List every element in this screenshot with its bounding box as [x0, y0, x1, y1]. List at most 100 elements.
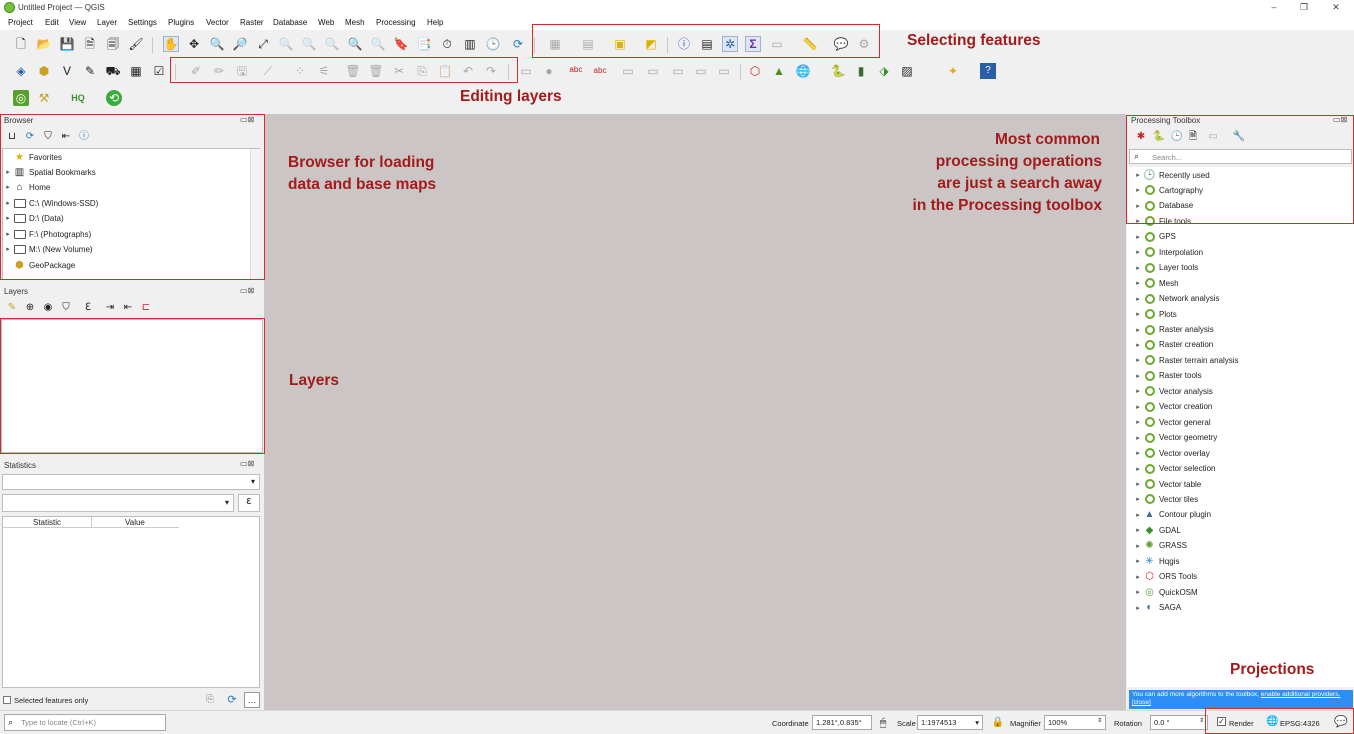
expand-arrow-icon[interactable]: ▸	[1133, 573, 1143, 581]
expand-arrow-icon[interactable]: ▸	[1133, 295, 1143, 303]
select-by-expression-icon[interactable]: ▤	[580, 36, 596, 52]
close-button[interactable]: ✕	[1326, 2, 1346, 13]
expand-arrow-icon[interactable]: ▸	[1133, 171, 1143, 179]
show-map-tips-icon[interactable]: ▭	[769, 36, 785, 52]
processing-group-item[interactable]: ▸ ⬡ ORS Tools	[1133, 570, 1197, 584]
enable-providers-link[interactable]: enable additional providers.	[1261, 691, 1341, 698]
plugin-icon[interactable]: ⬗	[876, 63, 892, 79]
menu-help[interactable]: Help	[427, 18, 443, 27]
menu-settings[interactable]: Settings	[128, 18, 157, 27]
show-bookmarks-icon[interactable]: 📑	[416, 36, 432, 52]
expand-arrow-icon[interactable]: ▸	[1133, 248, 1143, 256]
share-icon[interactable]: ⟲	[106, 90, 122, 106]
menu-view[interactable]: View	[69, 18, 86, 27]
processing-group-item[interactable]: ▸ Network analysis	[1133, 292, 1219, 306]
expand-arrow-icon[interactable]: ▸	[1133, 588, 1143, 596]
label-abc-icon[interactable]: ᵃᵇᶜ	[568, 63, 584, 79]
processing-group-item[interactable]: ▸ Vector creation	[1133, 400, 1212, 414]
open-project-icon[interactable]: 📂	[36, 36, 52, 52]
processing-group-item[interactable]: ▸ Plots	[1133, 307, 1177, 321]
select-features-icon[interactable]: ▣	[612, 36, 628, 52]
label-pin-icon[interactable]: ●	[541, 63, 557, 79]
stats-refresh-icon[interactable]: ⟳	[224, 692, 240, 708]
processing-options-icon[interactable]: 🔧	[1231, 129, 1247, 145]
expand-arrow-icon[interactable]: ▸	[1133, 542, 1143, 550]
change-label-icon[interactable]: ▭	[716, 63, 732, 79]
close-info-link[interactable]: [close]	[1132, 699, 1151, 706]
python-console-icon[interactable]: 🐍	[830, 63, 846, 79]
expand-arrow-icon[interactable]: ▸	[1133, 387, 1143, 395]
expand-arrow-icon[interactable]: ▸	[1133, 233, 1143, 241]
crs-button[interactable]: EPSG:4326	[1280, 719, 1320, 728]
expand-arrow-icon[interactable]: ▸	[1133, 217, 1143, 225]
expand-arrow-icon[interactable]: ▸	[1133, 186, 1143, 194]
browser-item[interactable]: ▸ ⌂ Home	[3, 180, 50, 194]
filter-legend-icon[interactable]: ⛉	[58, 300, 74, 316]
processing-group-item[interactable]: ▸ ✺ GRASS	[1133, 539, 1187, 553]
processing-group-item[interactable]: ▸ Interpolation	[1133, 245, 1203, 259]
processing-group-item[interactable]: ▸ ✳ Hqgis	[1133, 554, 1179, 568]
expand-arrow-icon[interactable]: ▸	[1133, 202, 1143, 210]
browser-info-icon[interactable]: ⓘ	[76, 129, 92, 145]
menu-raster[interactable]: Raster	[240, 18, 264, 27]
cut-features-icon[interactable]: 🗑	[368, 63, 384, 79]
add-vector-icon[interactable]: ☑	[151, 63, 167, 79]
processing-group-item[interactable]: ▸ Raster tools	[1133, 369, 1202, 383]
expand-arrow-icon[interactable]: ▸	[1133, 495, 1143, 503]
restore-button[interactable]: ❐	[1294, 2, 1314, 13]
menu-layer[interactable]: Layer	[97, 18, 117, 27]
add-raster-icon[interactable]: ▦	[128, 63, 144, 79]
messages-icon[interactable]: 💬	[1334, 715, 1348, 728]
expression-button[interactable]: ε	[238, 494, 260, 512]
locator-input[interactable]: ⌕ Type to locate (Ctrl+K)	[4, 714, 166, 731]
zoom-next-icon[interactable]: 🔍	[370, 36, 386, 52]
add-selected-layers-icon[interactable]: ⊔	[4, 129, 20, 145]
expand-arrow-icon[interactable]: ▸	[1133, 449, 1143, 457]
processing-group-item[interactable]: ▸ Vector analysis	[1133, 384, 1213, 398]
menu-database[interactable]: Database	[273, 18, 307, 27]
expand-arrow-icon[interactable]: ▸	[1133, 434, 1143, 442]
deselect-features-icon[interactable]: ◩	[643, 36, 659, 52]
zoom-native-icon[interactable]: 🔍	[324, 36, 340, 52]
history-icon[interactable]: 🕒	[1169, 129, 1185, 145]
minimize-button[interactable]: –	[1264, 2, 1284, 12]
layout-manager-icon[interactable]: 🗐	[105, 36, 121, 52]
filter-expression-icon[interactable]: ℇ	[80, 300, 96, 316]
redo-icon[interactable]: ↷	[483, 63, 499, 79]
browser-item[interactable]: ★ Favorites	[3, 150, 62, 164]
measure-line-icon[interactable]: 📏	[802, 36, 818, 52]
processing-group-item[interactable]: ▸ Vector overlay	[1133, 446, 1210, 460]
new-print-layout-icon[interactable]: 🗎	[82, 36, 98, 52]
new-geopackage-icon[interactable]: ⬢	[36, 63, 52, 79]
zoom-last-icon[interactable]: 🔍	[347, 36, 363, 52]
menu-project[interactable]: Project	[8, 18, 33, 27]
processing-group-item[interactable]: ▸ Mesh	[1133, 276, 1179, 290]
pan-map-icon[interactable]: ✋	[163, 36, 179, 52]
quickosm-icon[interactable]: ◎	[13, 90, 29, 106]
browser-scrollbar[interactable]	[250, 149, 260, 279]
current-edits-icon[interactable]: ✐	[188, 63, 204, 79]
processing-group-item[interactable]: ▸ GPS	[1133, 230, 1176, 244]
collapse-all-icon[interactable]: ⇤	[58, 129, 74, 145]
add-feature-icon[interactable]: ⟋	[260, 63, 276, 79]
processing-group-item[interactable]: ▸ Vector tiles	[1133, 492, 1198, 506]
pan-to-selection-icon[interactable]: ✥	[186, 36, 202, 52]
expand-arrow-icon[interactable]: ▸	[1133, 310, 1143, 318]
expand-arrow-icon[interactable]: ▸	[1133, 279, 1143, 287]
processing-group-item[interactable]: ▸ Vector general	[1133, 415, 1211, 429]
expand-arrow-icon[interactable]: ▸	[1133, 511, 1143, 519]
processing-group-item[interactable]: ▸ Vector selection	[1133, 462, 1215, 476]
expand-arrow-icon[interactable]: ▸	[1133, 264, 1143, 272]
new-spatialite-icon[interactable]: ✎	[82, 63, 98, 79]
open-attribute-table-icon[interactable]: ▦	[547, 36, 563, 52]
layer-select[interactable]: ▾	[2, 474, 260, 490]
menu-web[interactable]: Web	[318, 18, 334, 27]
browser-refresh-icon[interactable]: ⟳	[22, 129, 38, 145]
processing-group-item[interactable]: ▸ ◐ SAGA	[1133, 601, 1181, 615]
label-toolbar-icon[interactable]: ▭	[518, 63, 534, 79]
browser-item[interactable]: ▸ C:\ (Windows-SSD)	[3, 196, 98, 210]
stats-settings-icon[interactable]: …	[244, 692, 260, 708]
processing-group-item[interactable]: ▸ Raster terrain analysis	[1133, 353, 1239, 367]
new-temporary-layer-icon[interactable]: ⛟	[105, 63, 121, 79]
text-annotation-icon[interactable]: 💬	[833, 36, 849, 52]
